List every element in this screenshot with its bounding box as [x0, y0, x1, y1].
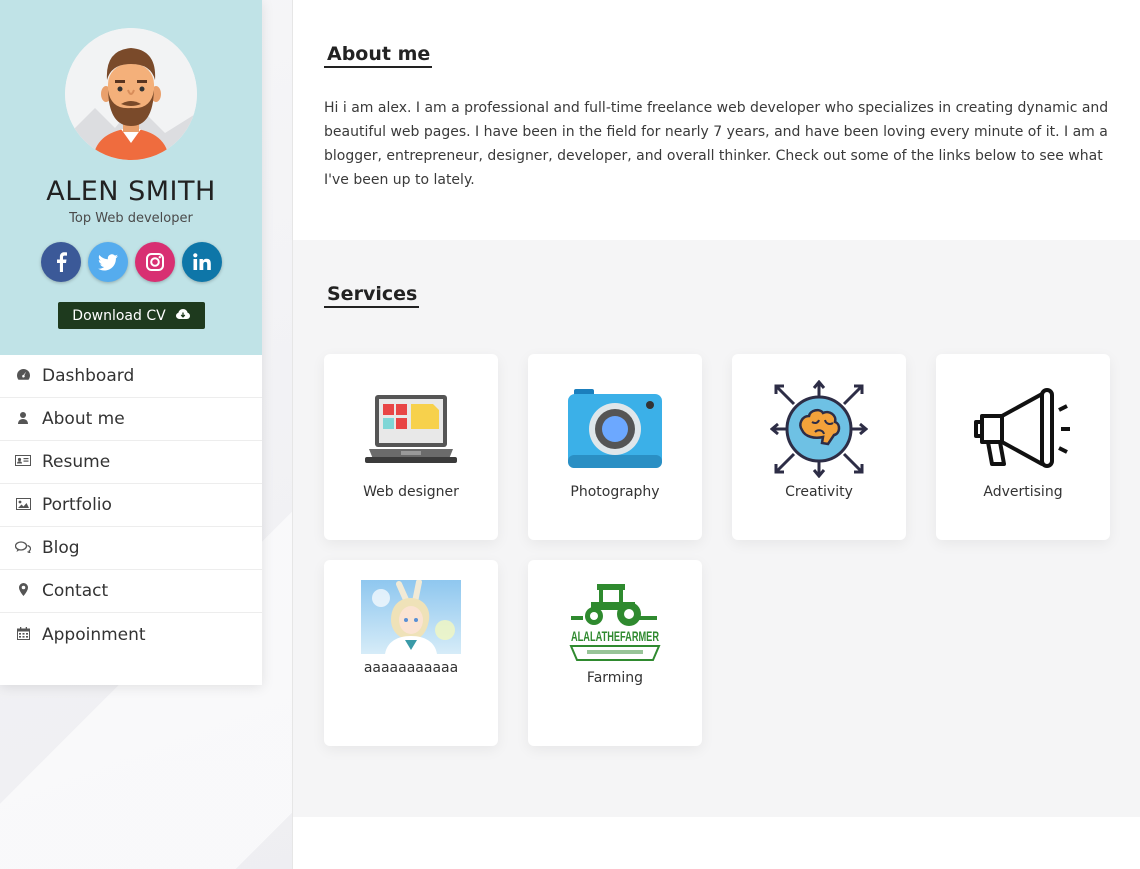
- service-label: Photography: [570, 484, 660, 500]
- sidebar: ALEN SMITH Top Web developer Download CV: [0, 0, 262, 685]
- sidebar-item-label: Dashboard: [42, 366, 135, 386]
- sidebar-nav: Dashboard About me Resume Portfolio Blog: [0, 355, 262, 656]
- sidebar-item-contact[interactable]: Contact: [0, 570, 262, 613]
- facebook-icon[interactable]: [40, 242, 81, 282]
- id-card-icon: [14, 455, 32, 469]
- download-cv-label: Download CV: [72, 307, 166, 324]
- dashboard-icon: [14, 369, 32, 383]
- user-icon: [14, 411, 32, 427]
- profile-role: Top Web developer: [69, 211, 193, 226]
- cloud-download-icon: [175, 308, 190, 323]
- profile-card: ALEN SMITH Top Web developer Download CV: [0, 0, 262, 355]
- social-links: [40, 242, 222, 282]
- laptop-icon: [361, 380, 461, 478]
- sidebar-item-label: Blog: [42, 538, 80, 558]
- service-label: Web designer: [363, 484, 459, 500]
- next-section: [292, 817, 1140, 869]
- sidebar-item-label: Portfolio: [42, 495, 112, 515]
- about-title: About me: [324, 42, 433, 68]
- camera-icon: [565, 380, 665, 478]
- sidebar-item-label: Contact: [42, 581, 109, 601]
- farm-logo-text: ALALATHEFARMER: [571, 628, 659, 644]
- map-marker-icon: [14, 583, 32, 599]
- sidebar-item-appoinment[interactable]: Appoinment: [0, 613, 262, 656]
- brain-icon: [769, 380, 869, 478]
- about-text: Hi i am alex. I am a professional and fu…: [324, 100, 1109, 188]
- service-card-farming[interactable]: ALALATHEFARMER Farming: [528, 560, 702, 746]
- farm-logo-icon: ALALATHEFARMER: [569, 584, 661, 662]
- sidebar-item-dashboard[interactable]: Dashboard: [0, 355, 262, 398]
- calendar-icon: [14, 626, 32, 643]
- sidebar-item-label: Resume: [42, 452, 111, 472]
- profile-name: ALEN SMITH: [46, 176, 216, 207]
- service-card-anime[interactable]: aaaaaaaaaaa: [324, 560, 498, 746]
- download-cv-button[interactable]: Download CV: [57, 302, 205, 329]
- service-label: Creativity: [785, 484, 853, 500]
- sidebar-item-about-me[interactable]: About me: [0, 398, 262, 441]
- service-label: Advertising: [983, 484, 1063, 500]
- service-label: aaaaaaaaaaa: [363, 660, 459, 676]
- sidebar-item-label: Appoinment: [42, 624, 146, 645]
- service-label: Farming: [586, 670, 644, 686]
- twitter-icon[interactable]: [87, 242, 128, 282]
- services-grid: Web designer Photography Creativity Adve…: [324, 354, 1110, 746]
- services-title: Services: [324, 282, 420, 308]
- service-card-web-designer[interactable]: Web designer: [324, 354, 498, 540]
- avatar: [65, 28, 197, 160]
- bearded-man-avatar-icon: [65, 28, 197, 160]
- service-card-advertising[interactable]: Advertising: [936, 354, 1110, 540]
- sidebar-item-blog[interactable]: Blog: [0, 527, 262, 570]
- sidebar-item-portfolio[interactable]: Portfolio: [0, 484, 262, 527]
- about-section: About me Hi i am alex. I am a profession…: [292, 0, 1140, 240]
- comments-icon: [14, 540, 32, 556]
- instagram-icon[interactable]: [134, 242, 175, 282]
- main-content: About me Hi i am alex. I am a profession…: [292, 0, 1140, 869]
- services-section: Services Web designer Photography Creati…: [292, 240, 1140, 817]
- service-card-photography[interactable]: Photography: [528, 354, 702, 540]
- sidebar-item-resume[interactable]: Resume: [0, 441, 262, 484]
- megaphone-icon: [973, 380, 1073, 478]
- linkedin-icon[interactable]: [181, 242, 222, 282]
- service-card-creativity[interactable]: Creativity: [732, 354, 906, 540]
- sidebar-item-label: About me: [42, 409, 125, 429]
- anime-image-icon: [361, 580, 461, 654]
- image-icon: [14, 497, 32, 513]
